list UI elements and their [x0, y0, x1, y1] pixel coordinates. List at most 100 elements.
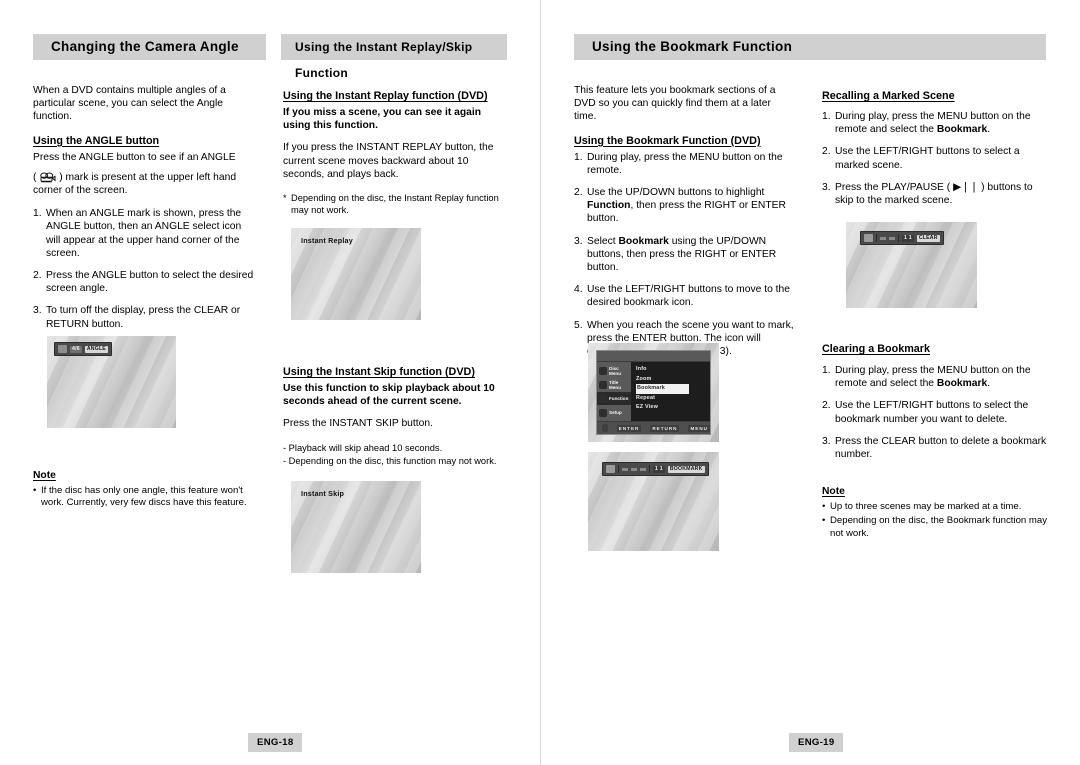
osd-menu-item-label: Setup	[609, 410, 622, 415]
bookmark-osd-screenshot: 1 1 BOOKMARK	[588, 452, 719, 551]
section-header-camera-angle: Changing the Camera Angle	[33, 34, 266, 60]
step-text: When an ANGLE mark is shown, press the A…	[46, 208, 242, 259]
step-emphasis: Bookmark	[936, 124, 988, 136]
column-clearing-bookmark: Clearing a Bookmark 1. During play, pres…	[822, 343, 1048, 470]
subheading-clearing-bookmark: Clearing a Bookmark	[822, 343, 931, 355]
step-text: Use the UP/DOWN buttons to highlight	[587, 187, 765, 199]
osd-menu-titlebar	[597, 351, 710, 362]
osd-option-info[interactable]: Info	[636, 365, 710, 375]
step-text: During play, press the MENU button on th…	[835, 111, 1031, 136]
bookmark-menu-screenshot: Disc Menu Title Menu Function Setup Info…	[588, 343, 719, 442]
osd-key-enter: ENTER	[616, 424, 642, 432]
note-title: Note	[33, 470, 56, 481]
note-list: • If the disc has only one angle, this f…	[33, 485, 259, 510]
osd-segment	[640, 467, 646, 471]
osd-key-return: RETURN	[650, 424, 680, 432]
step-text: Use the LEFT/RIGHT buttons to select the…	[835, 400, 1029, 425]
step-number: 1.	[33, 208, 42, 220]
column-recalling-marked-scene: Recalling a Marked Scene 1. During play,…	[822, 90, 1048, 216]
subheading-bookmark-function-dvd: Using the Bookmark Function (DVD)	[574, 134, 761, 147]
recall-osd-screenshot: 1 1 CLEAR	[846, 222, 977, 308]
osd-divider	[876, 234, 877, 242]
step-text: Press the ANGLE button to select the des…	[46, 270, 254, 295]
step-number: 2.	[822, 400, 831, 412]
step-number: 1.	[822, 365, 831, 376]
step-number: 3.	[822, 435, 831, 447]
bullet-icon: •	[822, 514, 826, 526]
osd-menu-body: Disc Menu Title Menu Function Setup Info…	[597, 362, 710, 421]
column-instant-skip: Using the Instant Skip function (DVD) Us…	[283, 366, 507, 468]
bookmark-steps-list: 1. During play, press the MENU button on…	[574, 151, 796, 359]
list-item: 2. Use the LEFT/RIGHT buttons to select …	[822, 399, 1048, 425]
osd-option-bookmark[interactable]: Bookmark	[636, 384, 689, 394]
list-item: • Depending on the disc, the Bookmark fu…	[822, 515, 1054, 540]
note-text: Depending on the disc, the Bookmark func…	[830, 515, 1048, 539]
osd-menu-item-label: Disc Menu	[609, 365, 621, 376]
list-item: 4. Use the LEFT/RIGHT buttons to move to…	[574, 283, 796, 309]
instant-replay-lead: If you miss a scene, you can see it agai…	[283, 107, 482, 132]
step-text: During play, press the MENU button on th…	[587, 151, 783, 176]
list-item: 3. Press the PLAY/PAUSE ( ▶❘❘ ) buttons …	[822, 181, 1048, 207]
column-camera-angle: When a DVD contains multiple angles of a…	[33, 84, 257, 340]
subheading-using-angle-button: Using the ANGLE button	[33, 134, 160, 147]
step-emphasis: Bookmark	[618, 235, 669, 247]
step-number: 3.	[33, 305, 42, 317]
angle-line-1: Press the ANGLE button to see if an ANGL…	[33, 151, 236, 163]
instant-skip-paragraph: Press the INSTANT SKIP button.	[283, 418, 433, 430]
step-text: Use the LEFT/RIGHT buttons to move to th…	[587, 284, 790, 309]
osd-option-zoom[interactable]: Zoom	[636, 375, 710, 385]
note-list: • Up to three scenes may be marked at a …	[822, 501, 1054, 540]
instant-replay-paragraph: If you press the INSTANT REPLAY button, …	[283, 142, 494, 180]
clearing-steps-list: 1. During play, press the MENU button on…	[822, 364, 1048, 461]
list-item: 1. During play, press the MENU button on…	[822, 364, 1048, 390]
osd-menu-item-setup[interactable]: Setup	[597, 406, 631, 419]
subheading-instant-skip-dvd: Using the Instant Skip function (DVD)	[283, 366, 475, 378]
osd-position-chip: 1 1	[653, 465, 665, 473]
osd-menu-keybar: ENTER RETURN MENU	[597, 421, 710, 434]
section-header-bookmark: Using the Bookmark Function	[574, 34, 1046, 60]
bullet-icon: •	[822, 500, 826, 512]
camera-angle-icon	[58, 345, 67, 353]
osd-option-repeat[interactable]: Repeat	[636, 394, 710, 404]
instant-skip-notes: - Playback will skip ahead 10 seconds. -…	[283, 442, 507, 467]
column-instant-replay: Using the Instant Replay function (DVD) …	[283, 90, 507, 216]
osd-segment	[631, 467, 637, 471]
right-page: Using the Bookmark Function This feature…	[540, 0, 1080, 765]
list-item: 1. During play, press the MENU button on…	[822, 110, 1048, 136]
camera-angle-intro: When a DVD contains multiple angles of a…	[33, 85, 226, 123]
angle-paren-open: (	[33, 171, 37, 183]
bullet-icon: •	[33, 484, 37, 496]
instant-skip-lead: Use this function to skip playback about…	[283, 383, 495, 408]
step-text: During play, press the MENU button on th…	[835, 365, 1031, 390]
osd-option-ez-view[interactable]: EZ View	[636, 403, 710, 413]
list-item: 2. Use the UP/DOWN buttons to highlight …	[574, 186, 796, 226]
osd-menu-item-label: Title Menu	[609, 379, 621, 390]
asterisk-icon: *	[283, 193, 287, 204]
osd-menu-item-disc-menu[interactable]: Disc Menu	[597, 364, 631, 377]
step-number: 2.	[574, 187, 583, 199]
list-item: 3. Press the CLEAR button to delete a bo…	[822, 435, 1048, 461]
step-text: Press the CLEAR button to delete a bookm…	[835, 435, 1047, 461]
column-bookmark-function: This feature lets you bookmark sections …	[574, 84, 796, 367]
list-item: 1. When an ANGLE mark is shown, press th…	[33, 207, 257, 260]
dpad-icon	[602, 424, 608, 432]
list-item: 2. Press the ANGLE button to select the …	[33, 269, 257, 295]
instant-replay-screenshot: Instant Replay	[291, 228, 421, 320]
step-number: 1.	[822, 111, 831, 122]
step-text: Press the PLAY/PAUSE ( ▶❘❘ ) buttons to …	[835, 181, 1033, 207]
bookmark-intro: This feature lets you bookmark sections …	[574, 85, 776, 123]
osd-menu-item-function[interactable]: Function	[597, 392, 631, 405]
osd-menu-item-title-menu[interactable]: Title Menu	[597, 378, 631, 391]
home-icon	[864, 234, 873, 242]
step-number: 1.	[574, 151, 583, 163]
instant-replay-footnote: * Depending on the disc, the Instant Rep…	[283, 192, 507, 216]
footnote-text: Depending on the disc, the Instant Repla…	[291, 193, 499, 216]
list-item: 1. During play, press the MENU button on…	[574, 151, 796, 177]
osd-menu-item-label: Function	[609, 396, 629, 401]
step-number: 5.	[574, 319, 583, 331]
osd-menu-sidebar[interactable]: Disc Menu Title Menu Function Setup	[597, 362, 631, 421]
subheading-instant-replay-dvd: Using the Instant Replay function (DVD)	[283, 90, 488, 102]
angle-steps-list: 1. When an ANGLE mark is shown, press th…	[33, 207, 257, 331]
list-item: 3. Select Bookmark using the UP/DOWN but…	[574, 235, 796, 275]
step-text: Use the LEFT/RIGHT buttons to select a m…	[835, 146, 1020, 171]
